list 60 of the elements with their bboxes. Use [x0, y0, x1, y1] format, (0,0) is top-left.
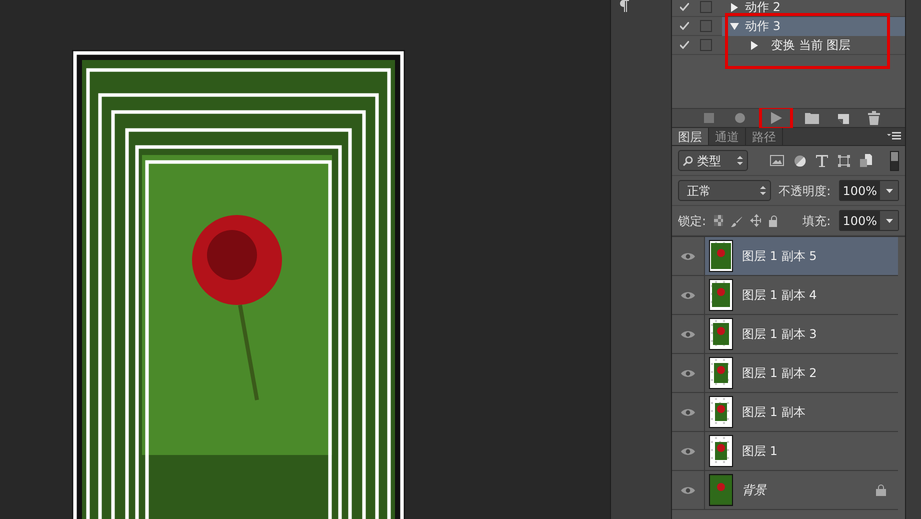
caret-icon[interactable]: [886, 218, 892, 222]
layer-thumbnail-icon: [709, 474, 733, 506]
paragraph-icon[interactable]: [619, 0, 629, 12]
up-down-arrows-icon: [760, 186, 766, 195]
eye-icon[interactable]: [681, 252, 695, 260]
move-icon[interactable]: [750, 214, 761, 227]
play-button[interactable]: [762, 109, 790, 127]
brush-icon[interactable]: [730, 214, 742, 226]
fill-label: 填充:: [802, 212, 831, 230]
half-circle-icon[interactable]: [794, 154, 806, 166]
eye-icon[interactable]: [681, 368, 695, 378]
caret-icon[interactable]: [886, 188, 892, 192]
panel-tab[interactable]: 图层: [672, 128, 709, 145]
action-item[interactable]: 动作 2: [722, 0, 905, 16]
checkmark-icon[interactable]: [680, 2, 688, 11]
up-down-arrows-icon: [737, 156, 743, 165]
image-icon[interactable]: [770, 155, 784, 166]
expanded-triangle-icon[interactable]: [730, 22, 739, 30]
play-icon[interactable]: [769, 111, 783, 125]
layer-thumbnail-icon: [709, 318, 733, 350]
checkmark-icon[interactable]: [680, 22, 688, 30]
opacity-field[interactable]: 100%: [838, 180, 899, 201]
eye-icon[interactable]: [681, 446, 695, 456]
dialog-toggle-box-icon[interactable]: [700, 1, 712, 13]
type-icon[interactable]: [816, 154, 828, 166]
layer-row[interactable]: 图层 1 副本 2: [705, 354, 898, 392]
layer-thumbnail-icon: [709, 435, 733, 467]
layer-thumbnail-icon: [709, 279, 733, 311]
dialog-toggle-box-icon[interactable]: [700, 20, 712, 32]
layer-row[interactable]: 图层 1 副本 4: [705, 276, 898, 314]
layer-row[interactable]: 图层 1 副本: [705, 393, 898, 431]
layer-row[interactable]: 图层 1 副本 3: [705, 315, 898, 353]
opacity-label: 不透明度:: [778, 182, 831, 200]
checkmark-icon[interactable]: [680, 40, 688, 49]
lock-icon[interactable]: [768, 214, 777, 226]
layer-thumbnail-icon: [709, 240, 733, 272]
smart-object-icon[interactable]: [860, 154, 872, 167]
eye-icon[interactable]: [681, 330, 695, 338]
dialog-toggle-box-icon[interactable]: [700, 39, 712, 51]
filter-dropdown[interactable]: 类型: [678, 150, 748, 171]
action-item[interactable]: 变换 当前 图层: [722, 36, 905, 54]
search-icon: [683, 156, 693, 166]
collapsed-triangle-icon[interactable]: [750, 40, 759, 50]
blend-mode-dropdown[interactable]: 正常: [678, 180, 771, 201]
eye-icon[interactable]: [681, 486, 695, 494]
filter-toggle[interactable]: [890, 150, 899, 170]
lock-label: 锁定:: [678, 212, 706, 230]
fill-field[interactable]: 100%: [838, 210, 899, 231]
layer-row[interactable]: 图层 1 副本 5: [705, 237, 898, 275]
checkerboard-icon[interactable]: [714, 215, 723, 226]
panel-menu-icon[interactable]: [887, 132, 901, 141]
transform-icon[interactable]: [838, 154, 850, 166]
layer-row[interactable]: 背景: [705, 471, 898, 509]
collapsed-triangle-icon[interactable]: [730, 2, 739, 12]
eye-icon[interactable]: [681, 290, 695, 300]
layer-thumbnail-icon: [709, 396, 733, 428]
eye-icon[interactable]: [681, 408, 695, 416]
layer-row[interactable]: 图层 1: [705, 432, 898, 470]
action-item[interactable]: 动作 3: [722, 16, 905, 36]
layer-thumbnail-icon: [709, 357, 733, 389]
